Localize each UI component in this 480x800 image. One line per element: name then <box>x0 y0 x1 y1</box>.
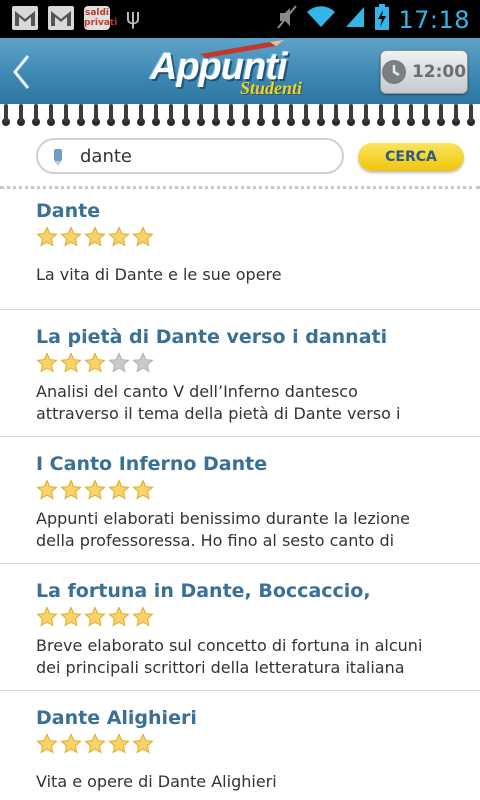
star-empty-icon <box>108 352 130 373</box>
signal-icon <box>344 5 366 35</box>
star-filled-icon <box>132 733 154 754</box>
list-item[interactable]: Dante La vita di Dante e le sue opere <box>0 190 480 310</box>
star-filled-icon <box>84 226 106 247</box>
item-title: La pietà di Dante verso i dannati <box>36 326 388 348</box>
item-description: Breve elaborato sul concetto di fortuna … <box>36 636 423 677</box>
list-item[interactable]: La pietà di Dante verso i dannati Analis… <box>0 310 480 437</box>
star-filled-icon <box>60 226 82 247</box>
star-rating <box>36 606 154 628</box>
status-bar: saldi privati ψ 17:18 <box>0 0 480 38</box>
item-title: Dante Alighieri <box>36 707 197 729</box>
item-description: La vita di Dante e le sue opere <box>36 265 282 284</box>
star-filled-icon <box>60 606 82 627</box>
star-filled-icon <box>36 606 58 627</box>
spiral-binding <box>0 104 480 130</box>
usb-icon: ψ <box>125 5 141 30</box>
star-filled-icon <box>60 479 82 500</box>
list-item[interactable]: I Canto Inferno Dante Appunti elaborati … <box>0 437 480 564</box>
star-rating <box>36 479 154 501</box>
notification-icons: saldi privati ψ <box>12 6 146 30</box>
star-filled-icon <box>132 606 154 627</box>
wifi-icon <box>306 5 336 35</box>
star-filled-icon <box>108 606 130 627</box>
gmail-icon <box>12 6 38 30</box>
item-description: Vita e opere di Dante Alighieri <box>36 772 277 791</box>
star-filled-icon <box>60 352 82 373</box>
star-filled-icon <box>84 352 106 373</box>
back-button[interactable] <box>10 52 34 92</box>
item-title: Dante <box>36 200 101 222</box>
chevron-left-icon <box>13 55 30 89</box>
app-header: Appunti Studenti 12:00 <box>0 38 480 104</box>
star-filled-icon <box>108 733 130 754</box>
star-filled-icon <box>60 733 82 754</box>
search-input[interactable]: dante <box>36 138 344 174</box>
star-filled-icon <box>36 226 58 247</box>
star-filled-icon <box>36 479 58 500</box>
status-clock: 17:18 <box>398 6 470 34</box>
timer-label: 12:00 <box>411 62 467 82</box>
app-logo: Appunti Studenti <box>140 40 350 104</box>
star-filled-icon <box>84 606 106 627</box>
search-button[interactable]: CERCA <box>358 143 464 171</box>
timer-button[interactable]: 12:00 <box>380 50 468 94</box>
battery-charging-icon <box>374 3 390 37</box>
saldi-privati-icon: saldi privati <box>84 6 118 30</box>
item-description: Appunti elaborati benissimo durante la l… <box>36 509 410 550</box>
pen-icon <box>54 149 62 166</box>
star-filled-icon <box>36 352 58 373</box>
star-empty-icon <box>132 352 154 373</box>
star-filled-icon <box>132 479 154 500</box>
mute-icon <box>276 4 298 36</box>
star-filled-icon <box>132 226 154 247</box>
item-title: La fortuna in Dante, Boccaccio, <box>36 580 371 602</box>
star-rating <box>36 733 154 755</box>
clock-icon <box>381 60 406 84</box>
list-item[interactable]: Dante Alighieri Vita e opere di Dante Al… <box>0 691 480 800</box>
search-query: dante <box>80 146 132 167</box>
star-filled-icon <box>84 733 106 754</box>
item-title: I Canto Inferno Dante <box>36 453 268 475</box>
star-filled-icon <box>84 479 106 500</box>
item-description: Analisi del canto V dell’Inferno dantesc… <box>36 382 401 423</box>
logo-subtitle: Studenti <box>240 78 303 98</box>
star-filled-icon <box>36 733 58 754</box>
list-item[interactable]: La fortuna in Dante, Boccaccio, Breve el… <box>0 564 480 691</box>
star-rating <box>36 226 154 248</box>
star-rating <box>36 352 154 374</box>
star-filled-icon <box>108 226 130 247</box>
star-filled-icon <box>108 479 130 500</box>
gmail-icon <box>48 6 74 30</box>
